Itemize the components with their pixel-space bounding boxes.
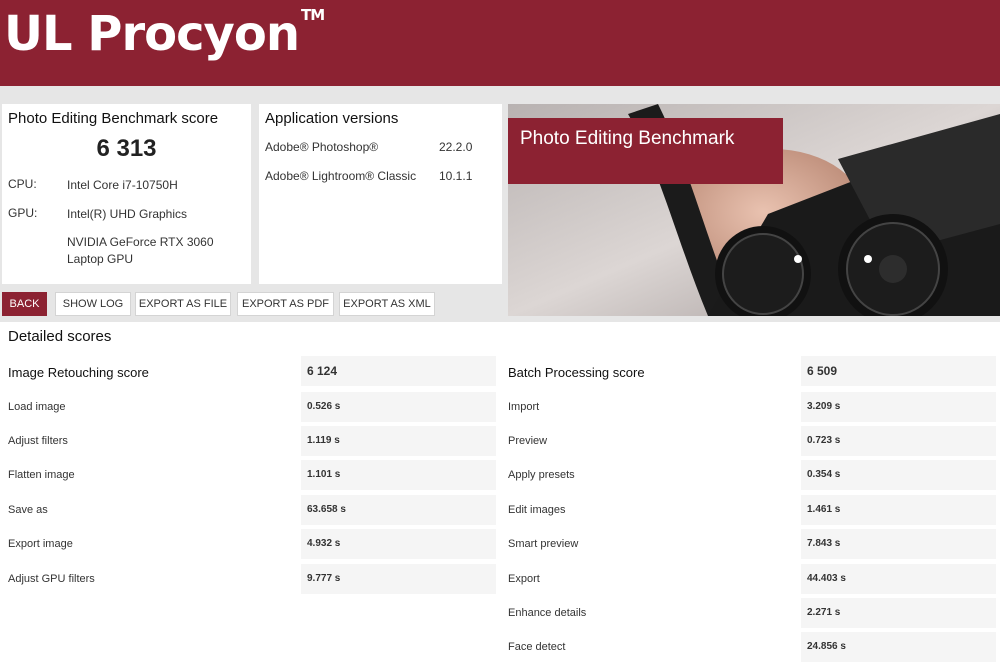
retouching-score-value: 6 124 — [307, 364, 338, 378]
table-row: Save as 63.658 s — [0, 495, 500, 525]
metric-cell: 1.101 s — [301, 460, 496, 490]
metric-label: Import — [508, 401, 540, 413]
detailed-scores-title: Detailed scores — [8, 328, 112, 345]
metric-cell: 0.354 s — [801, 460, 996, 490]
app-header: UL Procyon TM — [0, 0, 1000, 86]
metric-value: 3.209 s — [807, 401, 841, 412]
benchmark-score-panel: Photo Editing Benchmark score 6 313 CPU:… — [2, 104, 251, 284]
metric-value: 24.856 s — [807, 641, 846, 652]
app-version-row: Adobe® Photoshop® 22.2.0 — [265, 140, 495, 154]
metric-label: Smart preview — [508, 538, 579, 550]
metric-label: Export — [508, 573, 540, 585]
app-version-row: Adobe® Lightroom® Classic 10.1.1 — [265, 169, 495, 183]
metric-value: 0.723 s — [807, 435, 841, 446]
table-row: Edit images 1.461 s — [500, 495, 1000, 525]
cpu-spec: CPU: Intel Core i7-10750H — [8, 177, 178, 192]
detailed-scores-section: Detailed scores Image Retouching score 6… — [0, 322, 1000, 663]
application-versions-panel: Application versions Adobe® Photoshop® 2… — [259, 104, 502, 284]
retouching-score-cell: 6 124 — [301, 356, 496, 386]
versions-panel-title: Application versions — [265, 110, 399, 127]
cpu-label: CPU: — [8, 177, 37, 191]
table-row: Preview 0.723 s — [500, 426, 1000, 456]
back-button[interactable]: BACK — [2, 292, 47, 316]
gpu-value-primary: Intel(R) UHD Graphics — [67, 207, 188, 221]
export-file-button[interactable]: EXPORT AS FILE — [135, 292, 231, 316]
export-xml-button[interactable]: EXPORT AS XML — [339, 292, 435, 316]
cpu-value: Intel Core i7-10750H — [67, 178, 178, 192]
table-row: Export 44.403 s — [500, 564, 1000, 594]
gpu-spec: GPU: Intel(R) UHD Graphics — [8, 206, 187, 221]
metric-label: Enhance details — [508, 607, 587, 619]
metric-label: Apply presets — [508, 469, 575, 481]
table-row: Apply presets 0.354 s — [500, 460, 1000, 490]
metric-value: 4.932 s — [307, 538, 341, 549]
metric-cell: 9.777 s — [301, 564, 496, 594]
metric-cell: 0.526 s — [301, 392, 496, 422]
table-row: Export image 4.932 s — [0, 529, 500, 559]
table-row: Load image 0.526 s — [0, 392, 500, 422]
metric-label: Adjust GPU filters — [8, 573, 95, 585]
table-row: Face detect 24.856 s — [500, 632, 1000, 662]
metric-cell: 63.658 s — [301, 495, 496, 525]
batch-score-label: Batch Processing score — [508, 365, 645, 380]
hero-label: Photo Editing Benchmark — [508, 118, 783, 184]
metric-cell: 24.856 s — [801, 632, 996, 662]
metric-label: Face detect — [508, 641, 566, 653]
metric-cell: 0.723 s — [801, 426, 996, 456]
metric-value: 9.777 s — [307, 573, 341, 584]
batch-score-cell: 6 509 — [801, 356, 996, 386]
retouching-score-label: Image Retouching score — [8, 365, 149, 380]
metric-cell: 1.461 s — [801, 495, 996, 525]
benchmark-hero-image: Photo Editing Benchmark — [508, 104, 1000, 316]
metric-value: 0.354 s — [807, 469, 841, 480]
trademark-mark: TM — [301, 6, 325, 24]
table-row: Adjust filters 1.119 s — [0, 426, 500, 456]
score-panel-title: Photo Editing Benchmark score — [8, 110, 219, 127]
table-row: Flatten image 1.101 s — [0, 460, 500, 490]
metric-label: Flatten image — [8, 469, 75, 481]
metric-value: 63.658 s — [307, 504, 346, 515]
app-version-lightroom: 10.1.1 — [439, 169, 473, 183]
metric-cell: 2.271 s — [801, 598, 996, 628]
metric-label: Save as — [8, 504, 48, 516]
metric-value: 44.403 s — [807, 573, 846, 584]
metric-value: 0.526 s — [307, 401, 341, 412]
metric-label: Export image — [8, 538, 73, 550]
metric-value: 1.101 s — [307, 469, 341, 480]
metric-label: Edit images — [508, 504, 566, 516]
retouching-score-row: Image Retouching score 6 124 — [0, 356, 500, 386]
app-name-lightroom: Adobe® Lightroom® Classic — [265, 169, 417, 183]
app-name: UL Procyon — [4, 6, 300, 62]
metric-cell: 1.119 s — [301, 426, 496, 456]
metric-label: Adjust filters — [8, 435, 68, 447]
metric-value: 1.119 s — [307, 435, 340, 446]
batch-score-value: 6 509 — [807, 364, 838, 378]
metric-value: 2.271 s — [807, 607, 841, 618]
metric-value: 1.461 s — [807, 504, 841, 515]
gpu-value-secondary: NVIDIA GeForce RTX 3060 Laptop GPU — [67, 235, 214, 266]
metric-cell: 4.932 s — [301, 529, 496, 559]
table-row: Import 3.209 s — [500, 392, 1000, 422]
metric-cell: 44.403 s — [801, 564, 996, 594]
gpu-label: GPU: — [8, 206, 38, 220]
app-name-photoshop: Adobe® Photoshop® — [265, 140, 379, 154]
table-row: Enhance details 2.271 s — [500, 598, 1000, 628]
metric-cell: 7.843 s — [801, 529, 996, 559]
table-row: Adjust GPU filters 9.777 s — [0, 564, 500, 594]
app-version-photoshop: 22.2.0 — [439, 140, 473, 154]
metric-value: 7.843 s — [807, 538, 841, 549]
show-log-button[interactable]: SHOW LOG — [55, 292, 131, 316]
export-pdf-button[interactable]: EXPORT AS PDF — [237, 292, 334, 316]
app-logo: UL Procyon TM — [4, 6, 325, 62]
metric-label: Preview — [508, 435, 548, 447]
metric-label: Load image — [8, 401, 66, 413]
metric-cell: 3.209 s — [801, 392, 996, 422]
overall-score: 6 313 — [96, 135, 157, 162]
table-row: Smart preview 7.843 s — [500, 529, 1000, 559]
batch-score-row: Batch Processing score 6 509 — [500, 356, 1000, 386]
